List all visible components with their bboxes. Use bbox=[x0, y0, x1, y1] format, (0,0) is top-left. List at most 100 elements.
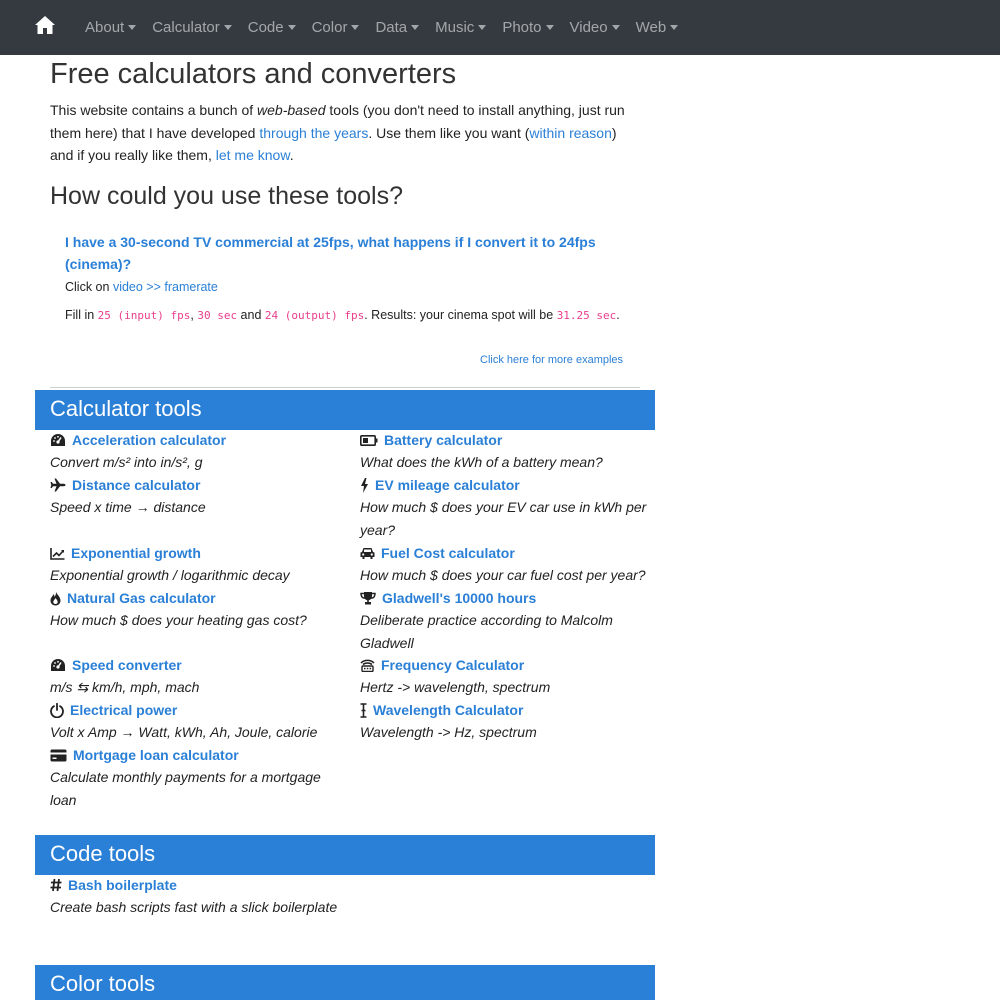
example-code-seconds: 30 sec bbox=[197, 309, 238, 322]
speed-title: Speed converter bbox=[72, 657, 182, 673]
fuel-cost-link[interactable]: Fuel Cost calculator bbox=[360, 543, 650, 563]
nav-color[interactable]: Color bbox=[304, 19, 368, 36]
within-reason-link[interactable]: within reason bbox=[529, 125, 612, 141]
electrical-power-link[interactable]: Electrical power bbox=[50, 700, 340, 720]
electrical-power-desc: Volt x Amp → Watt, kWh, Ah, Joule, calor… bbox=[50, 724, 318, 740]
intro-emphasis: web-based bbox=[257, 102, 326, 118]
gladwell-desc: Deliberate practice according to Malcolm… bbox=[360, 612, 613, 651]
gladwell-title: Gladwell's 10000 hours bbox=[382, 590, 537, 606]
color-tools-header: Color tools bbox=[35, 965, 655, 1000]
example-fill-line: Fill in 25 (input) fps, 30 sec and 24 (o… bbox=[65, 305, 625, 326]
nav-menu: About Calculator Code Color Data Music P… bbox=[77, 0, 686, 55]
tool-acceleration: Acceleration calculator Convert m/s² int… bbox=[50, 430, 340, 474]
tool-distance: Distance calculator Speed x time → dista… bbox=[50, 475, 340, 519]
example-click-prefix: Click on bbox=[65, 280, 113, 294]
nav-web-label: Web bbox=[635, 19, 667, 36]
intro-text-3: . Use them like you want ( bbox=[368, 124, 530, 141]
code-tools-header: Code tools bbox=[35, 835, 655, 875]
example-question: I have a 30-second TV commercial at 25fp… bbox=[65, 234, 596, 272]
nav-code[interactable]: Code bbox=[240, 19, 304, 36]
battery-icon bbox=[360, 434, 378, 446]
nav-data[interactable]: Data bbox=[367, 19, 427, 36]
acceleration-link[interactable]: Acceleration calculator bbox=[50, 430, 340, 450]
chart-line-icon bbox=[50, 547, 65, 560]
chevron-down-icon bbox=[223, 25, 232, 30]
example-code-input-fps: 25 (input) fps bbox=[97, 309, 191, 322]
tool-mortgage: Mortgage loan calculator Calculate month… bbox=[50, 745, 340, 811]
chevron-down-icon bbox=[287, 25, 296, 30]
nav-about[interactable]: About bbox=[77, 19, 144, 36]
i-cursor-icon bbox=[360, 702, 367, 718]
chevron-down-icon bbox=[128, 25, 137, 30]
chevron-down-icon bbox=[545, 25, 554, 30]
let-me-know-link[interactable]: let me know bbox=[216, 147, 290, 163]
nav-video[interactable]: Video bbox=[562, 19, 628, 36]
through-the-years-link[interactable]: through the years bbox=[259, 125, 368, 141]
nav-music[interactable]: Music bbox=[427, 19, 494, 36]
tachometer-icon bbox=[51, 434, 65, 446]
trophy-icon bbox=[360, 592, 376, 605]
more-examples-link[interactable]: Click here for more examples bbox=[480, 354, 623, 366]
credit-card-icon bbox=[50, 749, 67, 761]
ev-mileage-link[interactable]: EV mileage calculator bbox=[360, 475, 650, 495]
tool-bash-boilerplate: Bash boilerplate Create bash scripts fas… bbox=[50, 875, 340, 919]
exponential-desc: Exponential growth / logarithmic decay bbox=[50, 567, 290, 583]
power-icon bbox=[50, 702, 64, 718]
home-icon[interactable] bbox=[34, 15, 56, 37]
gladwell-link[interactable]: Gladwell's 10000 hours bbox=[360, 588, 650, 608]
tachometer-icon bbox=[51, 659, 65, 671]
nav-calculator-label: Calculator bbox=[152, 19, 220, 36]
plane-icon bbox=[50, 478, 66, 492]
chevron-down-icon bbox=[670, 25, 679, 30]
example-block: I have a 30-second TV commercial at 25fp… bbox=[65, 231, 625, 326]
battery-desc: What does the kWh of a battery mean? bbox=[360, 454, 603, 470]
video-framerate-link[interactable]: video >> framerate bbox=[113, 280, 218, 294]
exponential-title: Exponential growth bbox=[71, 545, 201, 561]
nav-about-label: About bbox=[85, 19, 125, 36]
tool-frequency: Frequency Calculator Hertz -> wavelength… bbox=[360, 655, 650, 699]
nav-photo[interactable]: Photo bbox=[494, 19, 561, 36]
mortgage-title: Mortgage loan calculator bbox=[73, 747, 239, 763]
battery-link[interactable]: Battery calculator bbox=[360, 430, 650, 450]
ev-mileage-desc: How much $ does your EV car use in kWh p… bbox=[360, 499, 647, 538]
mortgage-link[interactable]: Mortgage loan calculator bbox=[50, 745, 340, 765]
tool-ev-mileage: EV mileage calculator How much $ does yo… bbox=[360, 475, 650, 541]
example-end: . bbox=[616, 308, 620, 322]
wavelength-link[interactable]: Wavelength Calculator bbox=[360, 700, 650, 720]
tool-fuel-cost: Fuel Cost calculator How much $ does you… bbox=[360, 543, 650, 587]
page-title: Free calculators and converters bbox=[50, 58, 457, 90]
exponential-link[interactable]: Exponential growth bbox=[50, 543, 340, 563]
example-fill-prefix: Fill in bbox=[65, 308, 98, 322]
example-code-output-fps: 24 (output) fps bbox=[264, 309, 365, 322]
tool-exponential: Exponential growth Exponential growth / … bbox=[50, 543, 340, 587]
natural-gas-link[interactable]: Natural Gas calculator bbox=[50, 588, 340, 608]
bash-boilerplate-desc: Create bash scripts fast with a slick bo… bbox=[50, 899, 338, 915]
hashtag-icon bbox=[50, 878, 62, 892]
speed-link[interactable]: Speed converter bbox=[50, 655, 340, 675]
tool-gladwell: Gladwell's 10000 hours Deliberate practi… bbox=[360, 588, 650, 654]
distance-title: Distance calculator bbox=[72, 477, 201, 493]
speed-desc: m/s ⇆ km/h, mph, mach bbox=[50, 679, 200, 695]
wavelength-desc: Wavelength -> Hz, spectrum bbox=[360, 724, 537, 740]
bolt-icon bbox=[361, 477, 368, 493]
bash-boilerplate-link[interactable]: Bash boilerplate bbox=[50, 875, 340, 895]
fire-icon bbox=[50, 591, 61, 605]
intro-text-5: . bbox=[289, 147, 294, 163]
nav-web[interactable]: Web bbox=[628, 19, 687, 36]
mortgage-desc: Calculate monthly payments for a mortgag… bbox=[50, 769, 321, 808]
distance-link[interactable]: Distance calculator bbox=[50, 475, 340, 495]
natural-gas-desc: How much $ does your heating gas cost? bbox=[50, 612, 307, 628]
frequency-desc: Hertz -> wavelength, spectrum bbox=[360, 679, 551, 695]
nav-calculator[interactable]: Calculator bbox=[144, 19, 240, 36]
bash-boilerplate-title: Bash boilerplate bbox=[68, 877, 177, 893]
example-click-line: Click on video >> framerate bbox=[65, 277, 625, 297]
ev-mileage-title: EV mileage calculator bbox=[375, 477, 520, 493]
tool-wavelength: Wavelength Calculator Wavelength -> Hz, … bbox=[360, 700, 650, 744]
nav-photo-label: Photo bbox=[502, 19, 542, 36]
example-sep-2: and bbox=[237, 308, 265, 322]
frequency-link[interactable]: Frequency Calculator bbox=[360, 655, 650, 675]
chevron-down-icon bbox=[478, 25, 487, 30]
chevron-down-icon bbox=[611, 25, 620, 30]
broadcast-icon bbox=[360, 659, 375, 672]
navbar: About Calculator Code Color Data Music P… bbox=[0, 0, 1000, 55]
